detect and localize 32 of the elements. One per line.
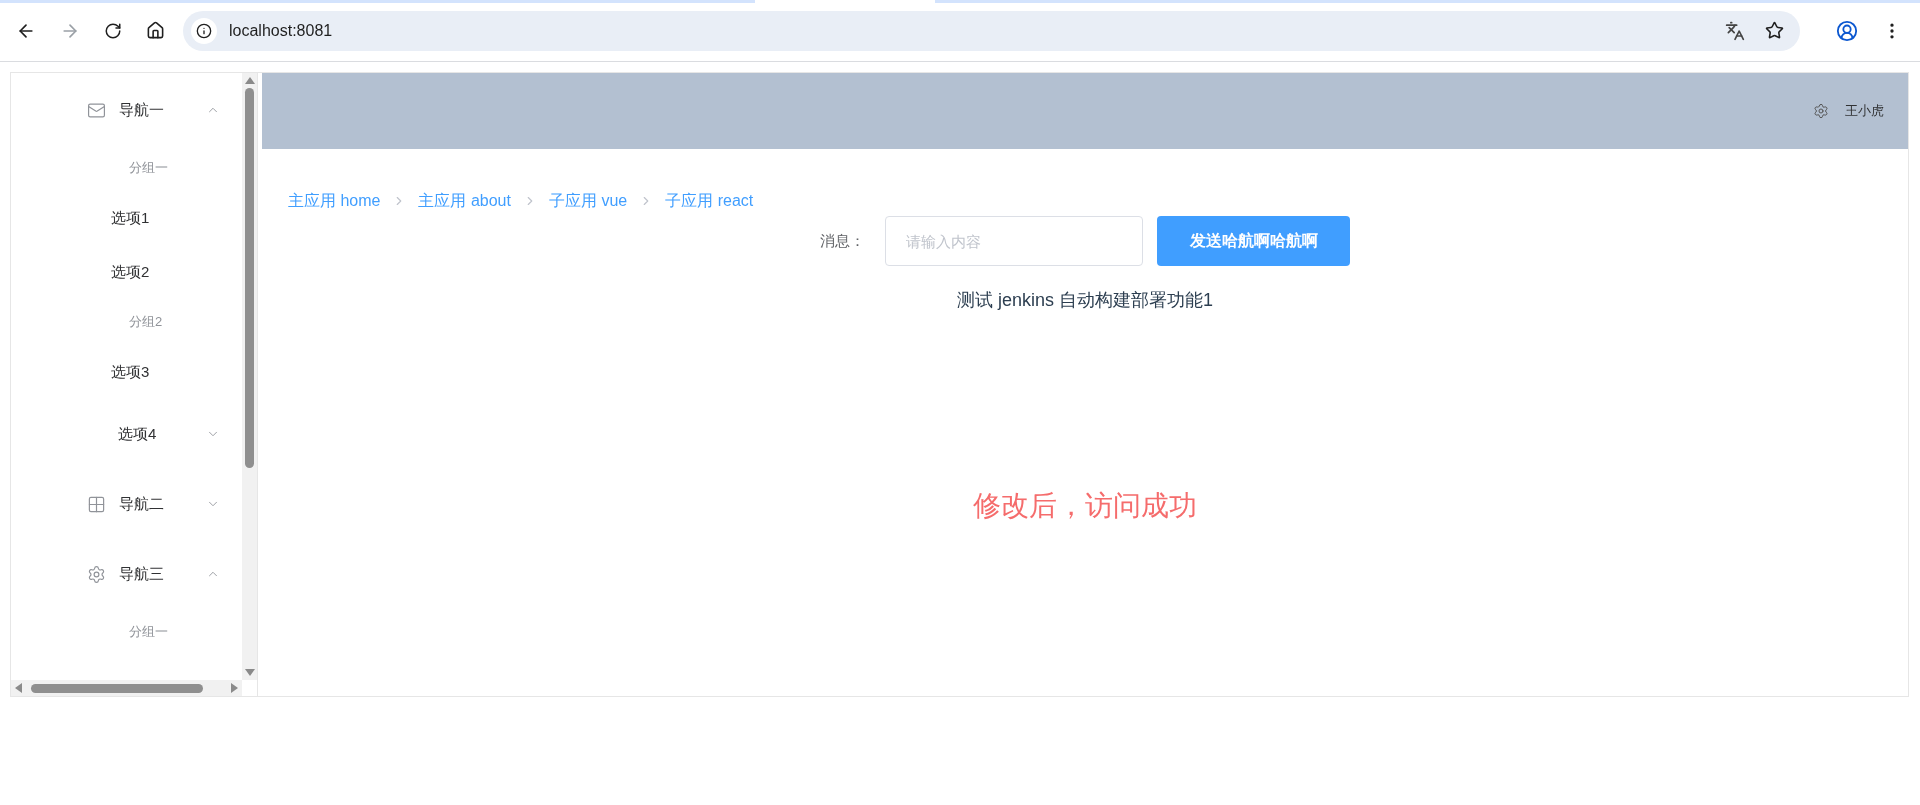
- settings-icon[interactable]: [1813, 103, 1829, 119]
- address-bar[interactable]: localhost:8081: [183, 10, 1800, 51]
- settings-icon: [87, 564, 106, 584]
- site-info-icon[interactable]: [196, 22, 212, 39]
- reload-icon[interactable]: [104, 21, 122, 40]
- grid-icon: [87, 494, 106, 514]
- user-name: 王小虎: [1845, 102, 1884, 121]
- menu-submenu-title[interactable]: 选项4: [11, 399, 242, 469]
- vertical-scrollbar[interactable]: [242, 73, 257, 680]
- horizontal-scrollbar[interactable]: [11, 680, 242, 696]
- status-text: 修改后，访问成功: [972, 489, 1198, 523]
- menu-group-title: 分组一: [128, 623, 169, 642]
- message-label: 消息：: [820, 230, 865, 251]
- menu-submenu-title[interactable]: 导航一: [11, 75, 242, 145]
- translate-icon[interactable]: [1725, 20, 1745, 41]
- menu-item[interactable]: 选项3: [11, 345, 242, 399]
- info-text: 测试 jenkins 自动构建部署功能1: [955, 289, 1214, 312]
- menu-group-title: 分组2: [128, 313, 164, 332]
- message-input[interactable]: 请输入内容: [885, 216, 1143, 266]
- bookmark-star-icon[interactable]: [1765, 21, 1784, 40]
- profile-icon[interactable]: [1836, 19, 1858, 42]
- url-text: localhost:8081: [229, 20, 333, 41]
- menu-title-text: 选项4: [118, 423, 157, 444]
- menu-title-text: 导航二: [119, 493, 164, 514]
- menu-item[interactable]: 选项2: [11, 245, 242, 299]
- menu-group-title: 分组一: [128, 159, 169, 178]
- menu-submenu-title[interactable]: 导航三: [11, 539, 242, 609]
- menu-title-text: 导航三: [119, 563, 164, 584]
- menu-title-text: 导航一: [119, 99, 164, 120]
- menu-submenu-title[interactable]: 导航二: [11, 469, 242, 539]
- menu-item[interactable]: 选项1: [11, 191, 242, 245]
- home-icon[interactable]: [146, 21, 165, 40]
